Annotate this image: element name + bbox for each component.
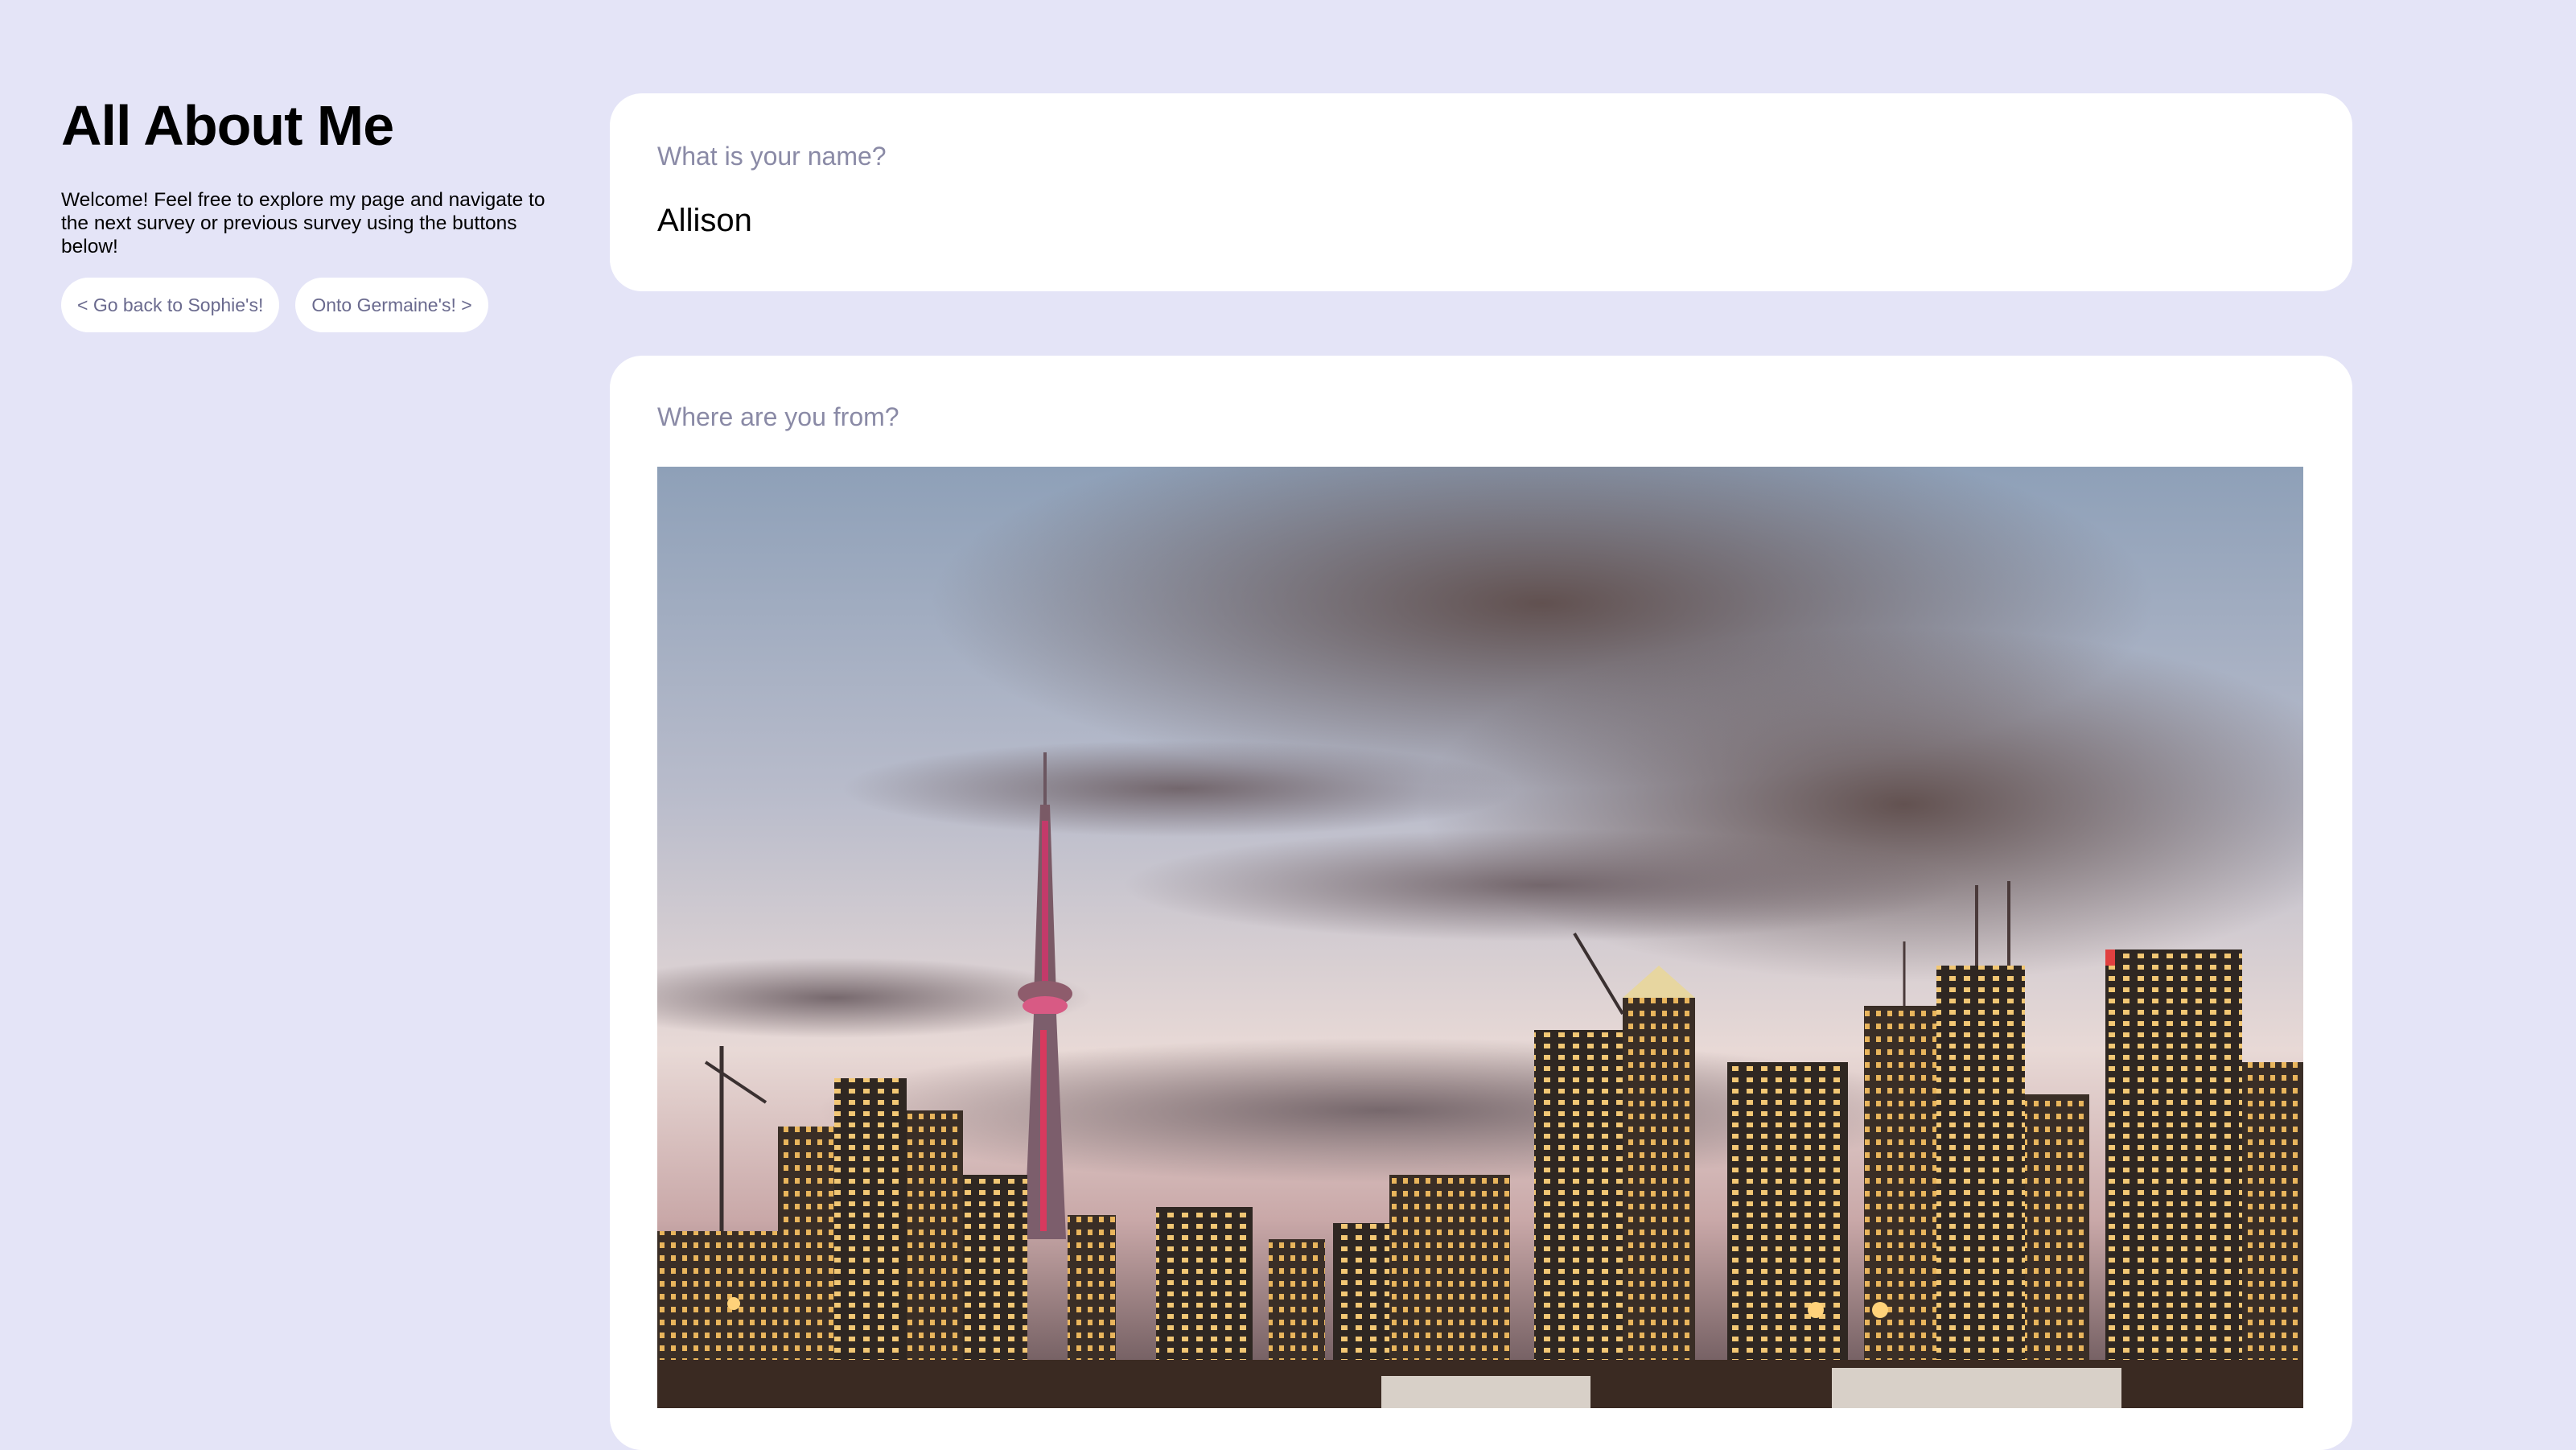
nav-buttons: < Go back to Sophie's! Onto Germaine's! … [61,278,560,332]
page-title: All About Me [61,94,394,157]
prev-survey-button[interactable]: < Go back to Sophie's! [61,278,280,332]
next-survey-button[interactable]: Onto Germaine's! > [295,278,488,332]
answer-text: Allison [657,203,752,238]
question-label: Where are you from? [657,402,899,431]
sidebar: All About Me Welcome! Feel free to explo… [61,89,560,332]
question-label: What is your name? [657,142,887,171]
city-skyline-photo [657,467,2303,1408]
skyline-image [657,467,2303,1408]
name-question-card: What is your name? Allison [610,93,2352,291]
intro-text: Welcome! Feel free to explore my page an… [61,189,545,257]
origin-question-card: Where are you from? [610,356,2352,1450]
